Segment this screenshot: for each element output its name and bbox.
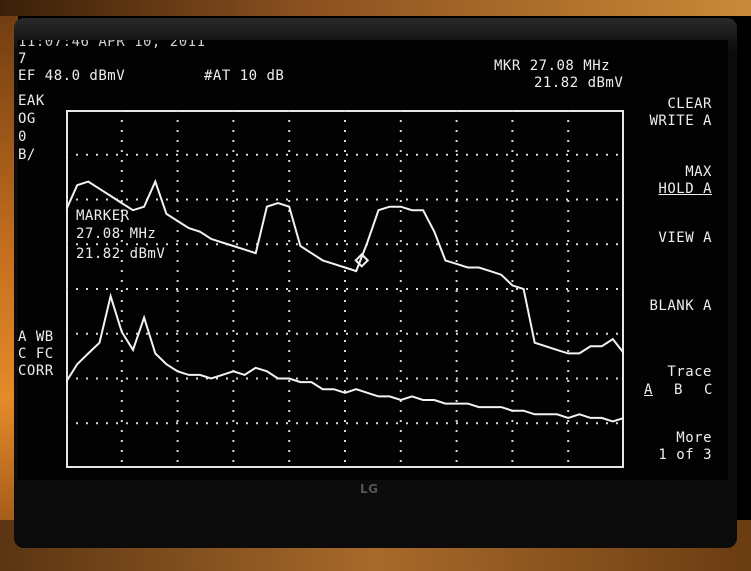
trace-lower	[66, 292, 624, 423]
softkey-trace-opt-a[interactable]: A	[644, 382, 653, 398]
brand-logo: LG	[360, 482, 379, 496]
header-fragment: 7	[18, 51, 27, 67]
softkey-trace-line1: Trace	[667, 364, 712, 380]
softkey-more[interactable]: More 1 of 3	[634, 430, 724, 468]
softkey-clear-write[interactable]: CLEAR WRITE A	[634, 96, 724, 132]
spectrum-plot	[66, 110, 624, 468]
marker-amplitude: 21.82 dBmV	[76, 246, 166, 262]
left-label-db-div: B/	[18, 147, 36, 163]
reference-level: EF 48.0 dBmV	[18, 68, 126, 84]
softkey-blank-label: BLANK A	[649, 298, 712, 314]
left-label-corr: CORR	[18, 363, 54, 379]
datetime-text: 11:07:46 APR 10, 2011	[18, 40, 206, 50]
softkey-max-hold[interactable]: MAX HOLD A	[634, 164, 724, 202]
wall-top	[0, 0, 751, 16]
softkey-view[interactable]: VIEW A	[634, 230, 724, 248]
left-label-peak: EAK	[18, 93, 45, 109]
trace-upper	[66, 178, 624, 355]
left-label-wb: A WB	[18, 329, 54, 345]
softkey-more-line1: More	[676, 430, 712, 446]
softkey-clear-write-line2: WRITE A	[649, 113, 712, 129]
softkey-clear-write-line1: CLEAR	[667, 96, 712, 112]
marker-readout-amp: 21.82 dBmV	[534, 75, 624, 91]
left-label-fc: C FC	[18, 346, 54, 362]
softkey-more-line2: 1 of 3	[658, 447, 712, 463]
softkey-trace-opt-c[interactable]: C	[704, 382, 713, 398]
marker-readout-freq: MKR 27.08 MHz	[494, 58, 611, 74]
left-label-scale: 0	[18, 129, 27, 145]
softkey-view-label: VIEW A	[658, 230, 712, 246]
softkey-max-hold-line2: HOLD A	[658, 181, 712, 197]
attenuation-setting: #AT 10 dB	[204, 68, 285, 84]
marker-title: MARKER	[76, 208, 130, 224]
left-label-log: OG	[18, 111, 36, 127]
analyzer-screen: 11:07:46 APR 10, 2011 7 EF 48.0 dBmV #AT…	[18, 40, 728, 480]
softkey-max-hold-line1: MAX	[685, 164, 712, 180]
softkey-trace-opt-b[interactable]: B	[674, 382, 683, 398]
softkey-trace[interactable]: Trace A B C	[634, 364, 724, 402]
softkey-blank[interactable]: BLANK A	[634, 298, 724, 316]
marker-frequency: 27.08 MHz	[76, 226, 157, 242]
